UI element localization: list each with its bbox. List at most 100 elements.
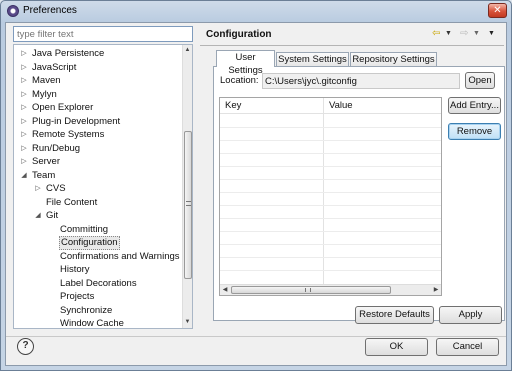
grip-icon: [186, 201, 191, 206]
scroll-down-icon[interactable]: ▼: [183, 317, 192, 328]
scroll-thumb[interactable]: [184, 131, 192, 279]
tree-item-label: Window Cache: [60, 318, 124, 329]
collapsed-arrow-icon[interactable]: ▷: [20, 101, 28, 115]
apply-button[interactable]: Apply: [439, 306, 502, 324]
collapsed-arrow-icon[interactable]: ▷: [20, 128, 28, 142]
tree-item[interactable]: ▷ Maven: [14, 74, 184, 88]
tree-item[interactable]: Projects: [14, 290, 184, 304]
tree-item[interactable]: ▷ Run/Debug: [14, 142, 184, 156]
collapsed-arrow-icon[interactable]: ▷: [20, 142, 28, 156]
tree-item-label: Java Persistence: [32, 48, 105, 59]
collapsed-arrow-icon[interactable]: ▷: [34, 182, 42, 196]
tree-item-label: Synchronize: [60, 304, 113, 316]
tree-item[interactable]: ◢ Team: [14, 169, 184, 183]
tree-item-label: Label Decorations: [60, 277, 137, 289]
horizontal-scroll-thumb[interactable]: [231, 286, 391, 294]
expanded-arrow-icon[interactable]: ◢: [34, 209, 42, 223]
tree-item[interactable]: File Content: [14, 196, 184, 210]
scroll-left-icon[interactable]: ◀: [220, 285, 230, 295]
back-dropdown-icon[interactable]: ▼: [445, 27, 452, 41]
tree-item[interactable]: ◢ Git: [14, 209, 184, 223]
tab-system-settings[interactable]: System Settings: [276, 52, 349, 66]
column-header-key[interactable]: Key: [225, 100, 241, 111]
table-row: [220, 218, 441, 219]
tree-item-label: Configuration: [59, 236, 120, 250]
tree-item[interactable]: ▷ JavaScript: [14, 61, 184, 75]
column-header-value[interactable]: Value: [329, 100, 353, 111]
footer-separator: [6, 336, 506, 337]
add-entry-button[interactable]: Add Entry...: [448, 97, 501, 114]
tree-item-label: Open Explorer: [32, 102, 94, 113]
tree-item[interactable]: Label Decorations: [14, 277, 184, 291]
table-row: [220, 140, 441, 141]
preference-page: Configuration ⇦ ▼ ⇨ ▼ ▼ User Settings Sy…: [200, 25, 505, 329]
table-row: [220, 153, 441, 154]
location-field: C:\Users\jyc\.gitconfig: [262, 73, 460, 89]
config-table: Key Value ◀ ▶: [219, 97, 442, 296]
tree-item[interactable]: History: [14, 263, 184, 277]
tree-item[interactable]: ▷ Java Persistence: [14, 47, 184, 61]
tree-item[interactable]: Window Cache: [14, 317, 184, 329]
page-navigation: ⇦ ▼ ⇨ ▼ ▼: [432, 27, 502, 41]
preference-navigation: ▷ Java Persistence ▷ JavaScript ▷ Maven ▷ Mylyn…: [9, 25, 194, 329]
tree-item[interactable]: ▷ Mylyn: [14, 88, 184, 102]
tree-item[interactable]: Committing: [14, 223, 184, 237]
tree-item-label: Remote Systems: [32, 129, 105, 140]
collapsed-arrow-icon[interactable]: ▷: [20, 88, 28, 102]
open-button[interactable]: Open: [465, 72, 495, 89]
tab-repository-settings[interactable]: Repository Settings: [350, 52, 437, 66]
tree-item[interactable]: ▷ CVS: [14, 182, 184, 196]
forward-dropdown-icon[interactable]: ▼: [473, 27, 480, 41]
filter-input[interactable]: [13, 26, 193, 42]
tree-item-label: Run/Debug: [32, 142, 81, 154]
tree-item-label: History: [60, 264, 90, 275]
tree-vertical-scrollbar[interactable]: ▲ ▼: [182, 45, 192, 328]
tree-item[interactable]: Confirmations and Warnings: [14, 250, 184, 264]
forward-arrow-icon[interactable]: ⇨: [460, 27, 468, 41]
restore-defaults-button[interactable]: Restore Defaults: [355, 306, 434, 324]
tree-item[interactable]: ▷ Open Explorer: [14, 101, 184, 115]
tree-item-label: Server: [32, 156, 60, 167]
table-row: [220, 179, 441, 180]
table-header: Key Value: [220, 98, 441, 114]
scroll-right-icon[interactable]: ▶: [431, 285, 441, 295]
tree-item-label: Mylyn: [32, 88, 57, 100]
grip-icon: [305, 288, 311, 292]
tree-item[interactable]: ▷ Plug-in Development: [14, 115, 184, 129]
collapsed-arrow-icon[interactable]: ▷: [20, 115, 28, 129]
tree-item-label: Maven: [32, 75, 61, 86]
tree-item-label: Projects: [60, 291, 95, 302]
tree-item[interactable]: Synchronize: [14, 304, 184, 318]
tree-item-label: Committing: [60, 223, 109, 235]
dialog-body: ▷ Java Persistence ▷ JavaScript ▷ Maven ▷ Mylyn…: [5, 22, 507, 366]
view-menu-icon[interactable]: ▼: [488, 27, 495, 41]
expanded-arrow-icon[interactable]: ◢: [20, 169, 28, 183]
table-row: [220, 205, 441, 206]
table-row: [220, 192, 441, 193]
table-row: [220, 257, 441, 258]
collapsed-arrow-icon[interactable]: ▷: [20, 61, 28, 75]
title-bar[interactable]: Preferences ✕: [1, 1, 511, 21]
ok-button[interactable]: OK: [365, 338, 428, 356]
back-arrow-icon[interactable]: ⇦: [432, 27, 440, 41]
collapsed-arrow-icon[interactable]: ▷: [20, 47, 28, 61]
tree-item[interactable]: Configuration: [14, 236, 184, 250]
table-row: [220, 231, 441, 232]
collapsed-arrow-icon[interactable]: ▷: [20, 155, 28, 169]
remove-button[interactable]: Remove: [448, 123, 501, 140]
tree-item-label: File Content: [46, 196, 98, 208]
tree-item[interactable]: ▷ Server: [14, 155, 184, 169]
help-icon[interactable]: ?: [17, 338, 34, 355]
table-row: [220, 166, 441, 167]
tree-item[interactable]: ▷ Remote Systems: [14, 128, 184, 142]
close-button[interactable]: ✕: [488, 3, 507, 18]
tab-user-settings[interactable]: User Settings: [216, 50, 275, 76]
tree-item-label: Git: [46, 210, 59, 221]
tree-item-label: CVS: [46, 183, 66, 194]
tree-item-label: Team: [32, 169, 56, 181]
scroll-up-icon[interactable]: ▲: [183, 45, 192, 56]
tree-item-label: Plug-in Development: [32, 115, 121, 127]
collapsed-arrow-icon[interactable]: ▷: [20, 74, 28, 88]
cancel-button[interactable]: Cancel: [436, 338, 499, 356]
table-horizontal-scrollbar[interactable]: ◀ ▶: [220, 284, 441, 295]
